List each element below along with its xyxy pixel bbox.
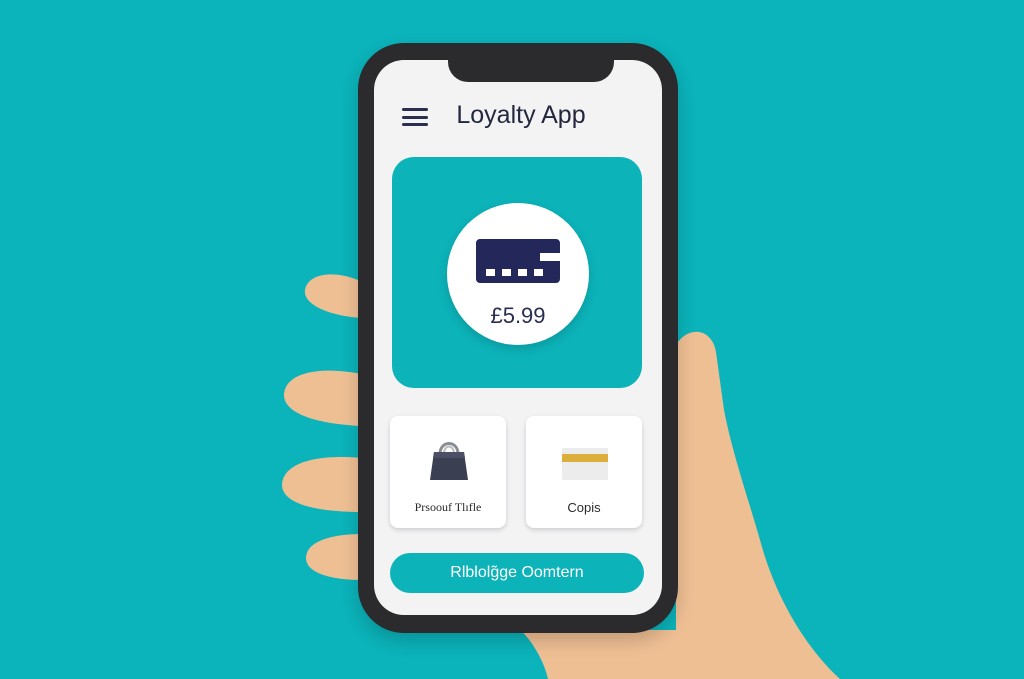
coupons-tile[interactable]: Copis — [526, 416, 642, 528]
coupon-icon — [562, 448, 608, 480]
cta-button[interactable]: Rlblolg̃ɡe Oomtern — [390, 553, 644, 593]
product-tile[interactable]: Prsoouf Tlıfle — [390, 416, 506, 528]
coupons-tile-label: Copis — [567, 500, 601, 515]
credit-card-icon — [476, 239, 560, 283]
app-title: Loyalty App — [456, 101, 586, 129]
product-tile-label: Prsoouf Tlıfle — [414, 500, 482, 514]
finger-1 — [304, 274, 362, 318]
finger-2 — [283, 370, 362, 426]
loyalty-card-panel[interactable]: £5.99 — [392, 157, 642, 388]
phone-notch — [448, 60, 614, 82]
finger-4 — [306, 534, 362, 580]
phone-screen: Loyalty App £5.99 Prsoouf Tlıfle Copis R… — [374, 60, 662, 615]
balance-circle: £5.99 — [447, 203, 589, 345]
phone-frame: Loyalty App £5.99 Prsoouf Tlıfle Copis R… — [358, 43, 678, 633]
points-balance: £5.99 — [490, 303, 546, 328]
finger-3 — [281, 457, 362, 512]
shopping-bag-icon — [430, 442, 468, 480]
